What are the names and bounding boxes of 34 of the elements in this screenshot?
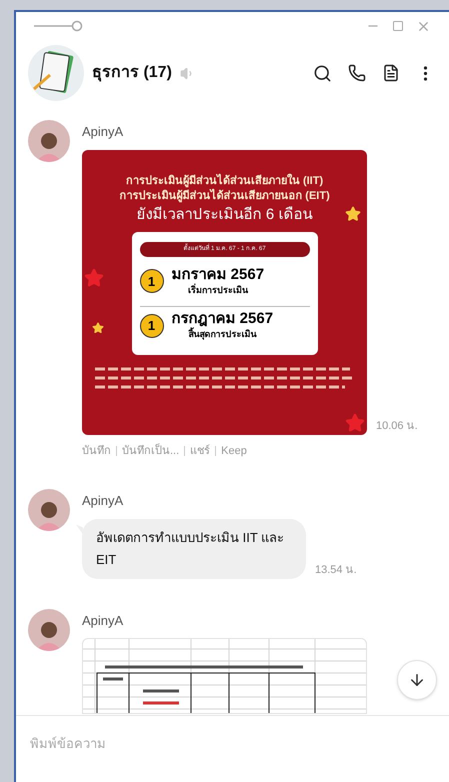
sender-name: ApinyA (82, 492, 124, 510)
message-action-link[interactable]: Keep (221, 442, 247, 459)
pin-slider-icon[interactable] (34, 20, 84, 32)
scroll-down-button[interactable] (397, 660, 437, 700)
star-icon (345, 206, 361, 222)
poster-title: การประเมินผู้มีส่วนได้ส่วนเสียภายนอก (EIT) (119, 188, 330, 204)
avatar[interactable] (28, 489, 70, 531)
message-time: 13.54 น. (315, 563, 357, 578)
star-icon (92, 322, 104, 334)
star-icon (345, 412, 365, 432)
poster-title: การประเมินผู้มีส่วนได้ส่วนเสียภายใน (IIT) (126, 174, 324, 188)
message-text: อัพเดตการทำแบบประเมิน IIT และ EIT (96, 530, 284, 566)
month-label: มกราคม 2567 (172, 266, 264, 284)
star-icon (84, 268, 104, 288)
sender-name: ApinyA (82, 612, 124, 630)
avatar[interactable] (28, 608, 70, 650)
message-input[interactable]: พิมพ์ข้อความ (30, 734, 435, 754)
phone-icon[interactable] (348, 64, 366, 82)
notes-icon[interactable] (382, 64, 400, 82)
message-action-link[interactable]: บันทึก (82, 442, 111, 459)
down-arrow-icon (408, 671, 426, 689)
search-icon[interactable] (313, 64, 332, 82)
sender-name: ApinyA (82, 123, 124, 141)
chat-title: ธุรการ (17) (92, 63, 172, 84)
poster-subtitle: ยังมีเวลาประเมินอีก 6 เดือน (136, 204, 312, 224)
avatar[interactable] (28, 120, 70, 162)
step-label: เริ่มการประเมิน (188, 284, 248, 296)
message-time: 10.06 น. (376, 419, 418, 434)
notepad-icon[interactable] (28, 45, 84, 101)
poster-image[interactable] (82, 150, 367, 434)
message-action-link[interactable]: แชร์ (190, 442, 210, 459)
message-action-link[interactable]: บันทึกเป็น... (122, 442, 180, 459)
step-label: สิ้นสุดการประเมิน (188, 328, 256, 342)
month-label: กรกฎาคม 2567 (172, 310, 274, 327)
